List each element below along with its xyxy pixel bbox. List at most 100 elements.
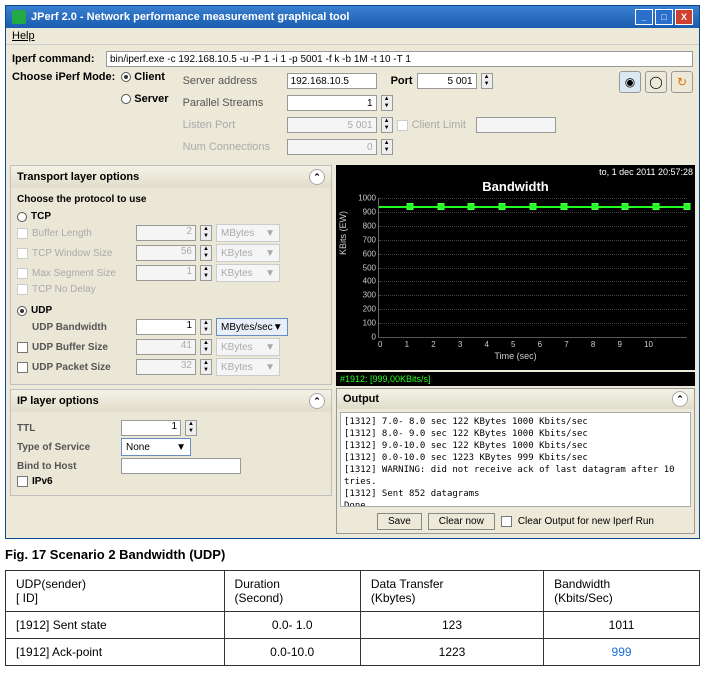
header-cell: (Kbits/Sec) bbox=[554, 591, 689, 605]
udpbuf-input: 41 bbox=[136, 339, 196, 355]
ipv6-label: IPv6 bbox=[32, 476, 53, 487]
table-cell: 0.0-10.0 bbox=[224, 639, 360, 666]
udpbw-spinner[interactable]: ▲▼ bbox=[200, 319, 212, 335]
radio-tcp[interactable] bbox=[17, 212, 27, 222]
window-title: JPerf 2.0 - Network performance measurem… bbox=[31, 11, 350, 23]
mss-label: Max Segment Size bbox=[32, 268, 132, 279]
port-spinner[interactable]: ▲▼ bbox=[481, 73, 493, 89]
menubar: Help bbox=[6, 28, 699, 45]
udpbw-input[interactable]: 1 bbox=[136, 319, 196, 335]
maximize-button[interactable]: □ bbox=[655, 9, 673, 25]
cmd-input[interactable] bbox=[106, 51, 693, 67]
bind-label: Bind to Host bbox=[17, 461, 117, 472]
minimize-button[interactable]: _ bbox=[635, 9, 653, 25]
radio-client[interactable] bbox=[121, 72, 131, 82]
header-cell: (Kbytes) bbox=[371, 591, 533, 605]
figure-caption: Fig. 17 Scenario 2 Bandwidth (UDP) bbox=[5, 547, 700, 562]
table-cell: 1223 bbox=[360, 639, 543, 666]
buflen-spinner: ▲▼ bbox=[200, 225, 212, 241]
winsize-label: TCP Window Size bbox=[32, 248, 132, 259]
ttl-input[interactable]: 1 bbox=[121, 420, 181, 436]
collapse-icon[interactable]: ⌃ bbox=[309, 169, 325, 185]
ipv6-check[interactable] bbox=[17, 476, 28, 487]
udppkt-check[interactable] bbox=[17, 362, 28, 373]
port-label: Port bbox=[391, 75, 413, 87]
result-table: UDP(sender)[ ID] Duration(Second) Data T… bbox=[5, 570, 700, 666]
collapse-icon[interactable]: ⌃ bbox=[672, 391, 688, 407]
header-cell: Bandwidth bbox=[554, 577, 689, 591]
radio-server[interactable] bbox=[121, 94, 131, 104]
table-cell: 0.0- 1.0 bbox=[224, 612, 360, 639]
udp-label: UDP bbox=[31, 305, 52, 316]
table-cell: 1011 bbox=[544, 612, 700, 639]
table-cell: [1912] Ack-point bbox=[6, 639, 225, 666]
run-button[interactable]: ◉ bbox=[619, 71, 641, 93]
listen-port-spinner: ▲▼ bbox=[381, 117, 393, 133]
collapse-icon[interactable]: ⌃ bbox=[309, 393, 325, 409]
output-title: Output bbox=[343, 393, 379, 405]
mss-input: 1 bbox=[136, 265, 196, 281]
clear-button[interactable]: Clear now bbox=[428, 513, 495, 530]
radio-udp[interactable] bbox=[17, 306, 27, 316]
protocol-choose-label: Choose the protocol to use bbox=[17, 194, 325, 205]
winsize-unit: KBytes▼ bbox=[216, 244, 280, 262]
close-button[interactable]: X bbox=[675, 9, 693, 25]
chart-title: Bandwidth bbox=[338, 179, 693, 194]
ip-panel: IP layer options ⌃ TTL 1▲▼ Type of Service… bbox=[10, 389, 332, 496]
mss-unit: KBytes▼ bbox=[216, 264, 280, 282]
save-button[interactable]: Save bbox=[377, 513, 422, 530]
ttl-spinner[interactable]: ▲▼ bbox=[185, 420, 197, 436]
nodelay-check bbox=[17, 284, 28, 295]
nodelay-label: TCP No Delay bbox=[32, 284, 132, 295]
udpbw-unit[interactable]: MBytes/sec▼ bbox=[216, 318, 288, 336]
table-row: [1912] Sent state 0.0- 1.0 123 1011 bbox=[6, 612, 700, 639]
udppkt-label: UDP Packet Size bbox=[32, 362, 132, 373]
output-text: [1312] 7.0- 8.0 sec 122 KBytes 1000 Kbit… bbox=[340, 412, 691, 507]
stop-button[interactable]: ◯ bbox=[645, 71, 667, 93]
table-row: UDP(sender)[ ID] Duration(Second) Data T… bbox=[6, 571, 700, 612]
tos-label: Type of Service bbox=[17, 442, 117, 453]
udpbw-label: UDP Bandwidth bbox=[32, 322, 132, 333]
tos-select[interactable]: None▼ bbox=[121, 438, 191, 456]
winsize-check bbox=[17, 248, 28, 259]
udppkt-unit: KBytes▼ bbox=[216, 358, 280, 376]
parallel-spinner[interactable]: ▲▼ bbox=[381, 95, 393, 111]
output-panel: Output ⌃ [1312] 7.0- 8.0 sec 122 KBytes 1… bbox=[336, 388, 695, 534]
listen-port-input: 5 001 bbox=[287, 117, 377, 133]
chart-xticks: 012345678910 bbox=[378, 340, 653, 349]
header-cell: UDP(sender) bbox=[16, 577, 214, 591]
table-cell: 999 bbox=[544, 639, 700, 666]
header-cell: Data Transfer bbox=[371, 577, 533, 591]
cmd-label: Iperf command: bbox=[12, 53, 102, 65]
transport-title: Transport layer options bbox=[17, 171, 139, 183]
port-input[interactable]: 5 001 bbox=[417, 73, 477, 89]
udppkt-input: 32 bbox=[136, 359, 196, 375]
parallel-input[interactable]: 1 bbox=[287, 95, 377, 111]
refresh-button[interactable]: ↻ bbox=[671, 71, 693, 93]
buflen-check bbox=[17, 228, 28, 239]
tcp-label: TCP bbox=[31, 211, 51, 222]
winsize-spinner: ▲▼ bbox=[200, 245, 212, 261]
mss-spinner: ▲▼ bbox=[200, 265, 212, 281]
header-cell: Duration bbox=[235, 577, 350, 591]
clear-output-check[interactable] bbox=[501, 516, 512, 527]
buflen-unit: MBytes▼ bbox=[216, 224, 280, 242]
titlebar: JPerf 2.0 - Network performance measurem… bbox=[6, 6, 699, 28]
udpbuf-unit: KBytes▼ bbox=[216, 338, 280, 356]
app-icon bbox=[12, 10, 26, 24]
udpbuf-spinner: ▲▼ bbox=[200, 339, 212, 355]
menu-help[interactable]: Help bbox=[12, 30, 35, 42]
clear-output-label: Clear Output for new Iperf Run bbox=[518, 516, 654, 527]
udpbuf-check[interactable] bbox=[17, 342, 28, 353]
bind-input[interactable] bbox=[121, 458, 241, 474]
chart-xlabel: Time (sec) bbox=[338, 351, 693, 361]
header-cell: (Second) bbox=[235, 591, 350, 605]
parallel-label: Parallel Streams bbox=[183, 97, 283, 109]
server-addr-input[interactable]: 192.168.10.5 bbox=[287, 73, 377, 89]
ttl-label: TTL bbox=[17, 423, 117, 434]
document-section: Fig. 17 Scenario 2 Bandwidth (UDP) UDP(s… bbox=[5, 547, 700, 666]
server-label: Server bbox=[134, 93, 168, 105]
client-label: Client bbox=[134, 71, 165, 83]
chart: to, 1 dec 2011 20:57:28 Bandwidth KBits … bbox=[336, 165, 695, 370]
ip-title: IP layer options bbox=[17, 395, 99, 407]
